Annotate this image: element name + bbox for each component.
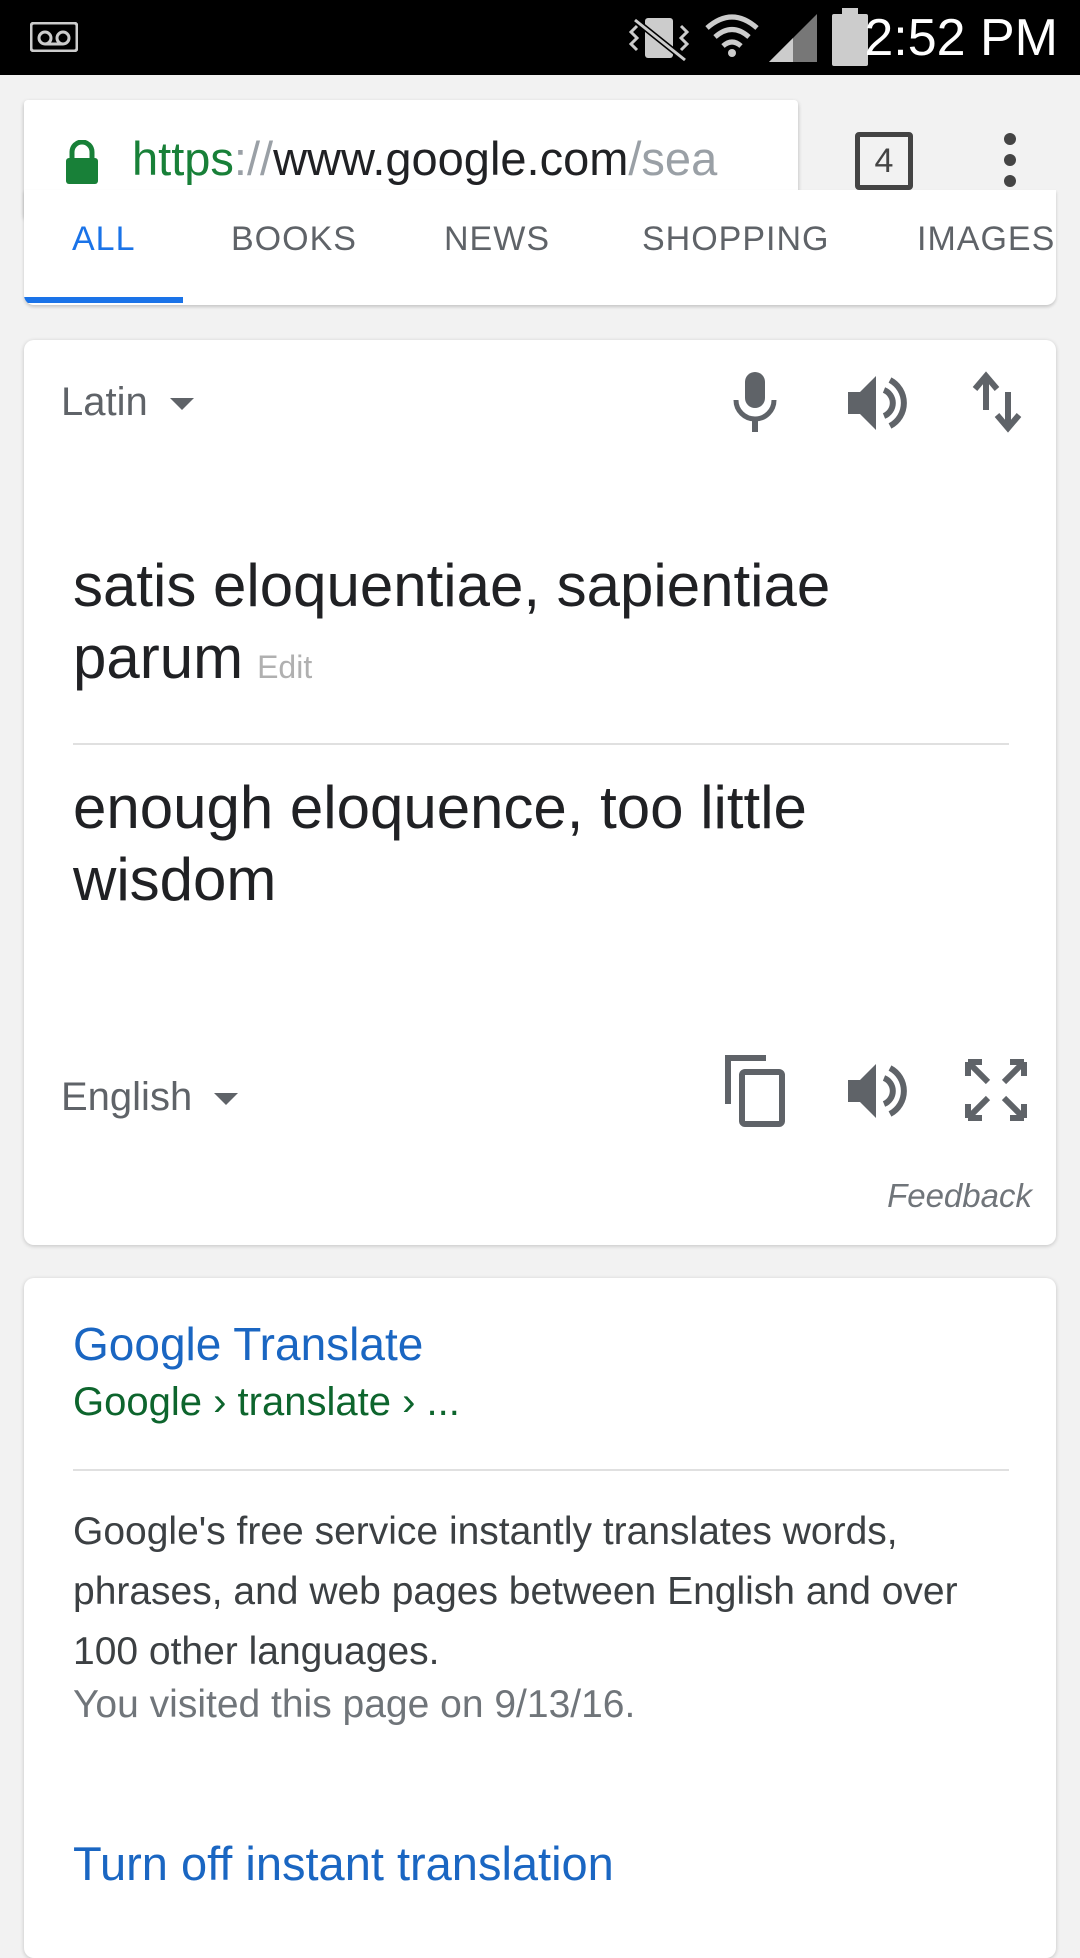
result-breadcrumb[interactable]: Google › translate › ...	[73, 1380, 460, 1425]
source-language-select[interactable]: Latin	[61, 380, 194, 425]
target-language-select[interactable]: English	[61, 1075, 239, 1120]
dropdown-caret-icon	[214, 1093, 239, 1106]
copy-icon[interactable]	[720, 1052, 788, 1128]
speaker-icon[interactable]	[844, 1058, 910, 1124]
wifi-icon	[705, 14, 759, 57]
search-result-card: Google Translate Google › translate › ..…	[24, 1278, 1056, 1958]
search-tabs: ALL BOOKS NEWS SHOPPING IMAGES	[24, 190, 1056, 305]
swap-languages-icon[interactable]	[970, 370, 1024, 434]
tab-images[interactable]: IMAGES	[917, 220, 1055, 259]
result-divider	[73, 1469, 1009, 1471]
dropdown-caret-icon	[169, 398, 194, 411]
lock-icon	[66, 140, 98, 184]
target-language-label: English	[61, 1075, 193, 1119]
visited-note: You visited this page on 9/13/16.	[73, 1683, 636, 1726]
result-title-link[interactable]: Google Translate	[73, 1317, 423, 1371]
url-path: /sea	[628, 132, 718, 185]
status-bar: 2:52 PM	[0, 0, 1080, 75]
tab-all[interactable]: ALL	[72, 220, 136, 259]
translate-card: Latin satis eloquentiae, sapientiae paru…	[24, 340, 1056, 1245]
url-scheme: https	[132, 132, 234, 185]
signal-icon	[769, 14, 817, 62]
tab-switcher-button[interactable]: 4	[855, 132, 913, 190]
feedback-link[interactable]: Feedback	[887, 1177, 1032, 1215]
result-snippet: Google's free service instantly translat…	[73, 1510, 958, 1673]
translation-divider	[73, 743, 1009, 745]
voicemail-icon	[30, 22, 78, 52]
tab-news[interactable]: NEWS	[444, 220, 550, 259]
status-time: 2:52 PM	[864, 9, 1058, 67]
active-tab-indicator	[24, 297, 183, 303]
overflow-menu-icon[interactable]	[1000, 133, 1020, 193]
tab-books[interactable]: BOOKS	[231, 220, 357, 259]
edit-link[interactable]: Edit	[257, 649, 312, 685]
source-text-value: satis eloquentiae, sapientiae parum	[73, 552, 831, 691]
url-host: www.google.com	[273, 132, 629, 185]
source-language-label: Latin	[61, 380, 148, 424]
source-text[interactable]: satis eloquentiae, sapientiae parum Edit	[73, 550, 973, 703]
vibrate-icon	[628, 17, 690, 63]
microphone-icon[interactable]	[730, 370, 780, 434]
translated-text: enough eloquence, too little wisdom	[73, 774, 807, 913]
url-text[interactable]: https://www.google.com/sea	[132, 128, 717, 190]
url-separator: ://	[233, 132, 274, 185]
fullscreen-icon[interactable]	[964, 1058, 1028, 1122]
tab-shopping[interactable]: SHOPPING	[642, 220, 829, 259]
turn-off-instant-translation-link[interactable]: Turn off instant translation	[73, 1836, 614, 1891]
speaker-icon[interactable]	[844, 370, 910, 436]
